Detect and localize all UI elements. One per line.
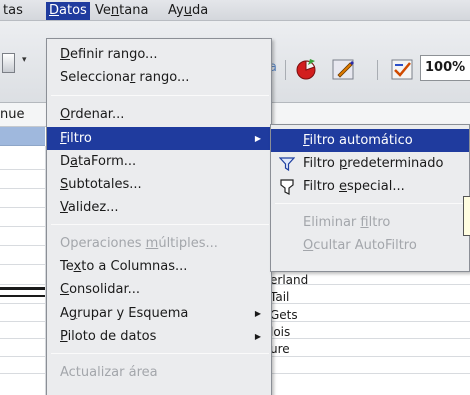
menu-item-texto-a-columnas[interactable]: Texto a Columnas... xyxy=(47,255,271,278)
new-document-dropdown[interactable]: ▾ xyxy=(0,52,44,76)
draw-functions-icon[interactable] xyxy=(330,56,356,82)
menu-bar: tas Datos Ventana Ayuda xyxy=(0,0,470,21)
submenu-arrow-icon: ▶ xyxy=(254,332,261,341)
tooltip-edge xyxy=(463,196,470,236)
toolbar-separator xyxy=(377,60,378,80)
filtro-submenu: Filtro automático Filtro predeterminado … xyxy=(270,124,470,272)
menu-item-filtro[interactable]: Filtro ▶ xyxy=(47,127,271,150)
menu-item-piloto-de-datos[interactable]: Piloto de datos ▶ xyxy=(47,325,271,348)
submenu-item-ocultar-autofiltro: Ocultar AutoFiltro xyxy=(303,238,417,253)
submenu-arrow-icon: ▶ xyxy=(254,309,261,318)
submenu-arrow-icon: ▶ xyxy=(254,134,261,143)
menu-item-seleccionar-rango[interactable]: Seleccionar rango... xyxy=(47,66,271,89)
menu-label-rest: da xyxy=(191,3,209,18)
menu-item-validez[interactable]: Validez... xyxy=(47,196,271,219)
menu-separator xyxy=(51,353,269,354)
cell-border-thin xyxy=(0,295,45,297)
filter-special-icon xyxy=(279,179,295,195)
menu-item-operaciones-multiples: Operaciones múltiples... xyxy=(60,236,218,251)
datos-menu: Definir rango... Seleccionar rango... Or… xyxy=(46,38,272,395)
menu-item-subtotales[interactable]: Subtotales... xyxy=(47,173,271,196)
cell-value: erland xyxy=(270,273,309,287)
menu-separator xyxy=(51,224,269,225)
zoom-field[interactable]: 100% xyxy=(420,55,470,81)
menu-label-mnemonic: u xyxy=(183,3,192,18)
menu-ventana[interactable]: Ventana xyxy=(92,2,151,20)
submenu-separator xyxy=(275,203,467,204)
menu-datos[interactable]: Datos xyxy=(46,2,90,20)
cell-value: Tail xyxy=(270,290,290,304)
column-header[interactable] xyxy=(0,127,45,146)
menu-item-consolidar[interactable]: Consolidar... xyxy=(47,278,271,301)
name-box[interactable]: nue xyxy=(0,107,24,122)
menu-item-definir-rango[interactable]: Definir rango... xyxy=(47,43,271,66)
cell-value: lois xyxy=(270,325,291,339)
submenu-item-filtro-automatico[interactable]: Filtro automático xyxy=(271,129,469,152)
cell-value: ure xyxy=(270,342,290,356)
menu-ayuda[interactable]: Ayuda xyxy=(165,2,211,20)
navigator-icon[interactable] xyxy=(389,56,415,82)
menu-separator xyxy=(51,95,269,96)
menu-label-rest: atos xyxy=(59,3,87,18)
menu-label-mnemonic: D xyxy=(49,3,60,18)
submenu-item-filtro-predeterminado[interactable]: Filtro predeterminado xyxy=(271,152,469,175)
submenu-item-eliminar-filtro: Eliminar filtro xyxy=(303,215,391,230)
menu-item-dataform[interactable]: DataForm... xyxy=(47,150,271,173)
menu-label: tas xyxy=(3,3,23,18)
toolbar-separator xyxy=(285,60,286,80)
chevron-down-icon: ▾ xyxy=(22,55,27,65)
funnel-icon xyxy=(278,156,296,172)
menu-label-rest: tana xyxy=(119,3,149,18)
cell-value: Gets xyxy=(270,308,298,322)
chart-icon[interactable] xyxy=(294,57,318,81)
menu-label: Ve xyxy=(95,3,111,18)
menu-item-actualizar-area: Actualizar área xyxy=(60,365,158,380)
menu-item-agrupar-esquema[interactable]: Agrupar y Esquema ▶ xyxy=(47,302,271,325)
menu-label-mnemonic: n xyxy=(110,3,120,18)
submenu-item-filtro-especial[interactable]: Filtro especial... xyxy=(271,175,469,198)
cell-border-thick xyxy=(0,287,45,290)
menu-label: Ay xyxy=(168,3,184,18)
document-icon xyxy=(2,53,15,73)
menu-item-ordenar[interactable]: Ordenar... xyxy=(47,103,271,126)
menu-herramientas-partial[interactable]: tas xyxy=(0,2,26,20)
